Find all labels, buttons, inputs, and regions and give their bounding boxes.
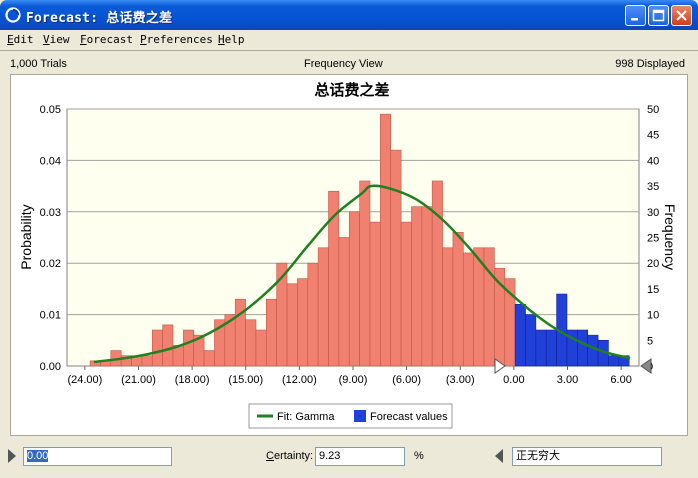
forecast-bar [442, 247, 454, 367]
menu-help[interactable]: Help [218, 33, 245, 46]
y2-tick-label: 50 [647, 104, 659, 116]
x-tick-label: (12.00) [282, 374, 317, 386]
forecast-bar [411, 206, 423, 367]
close-button[interactable] [671, 5, 692, 26]
forecast-bar-selected [525, 314, 537, 367]
menu-divider [0, 50, 698, 51]
percent-sign: % [414, 450, 424, 462]
forecast-bar-selected [514, 304, 526, 367]
legend-fit-label: Fit: Gamma [277, 411, 335, 423]
view-label: Frequency View [304, 58, 383, 70]
y2-tick-label: 15 [647, 284, 659, 296]
y-tick-label: 0.03 [40, 207, 61, 219]
forecast-bar [183, 329, 195, 367]
forecast-bar [421, 206, 433, 367]
forecast-chart: 总话费之差 0.000.010.020.030.040.050510152025… [18, 81, 678, 429]
x-tick-label: 6.00 [610, 374, 631, 386]
y2-axis-label: Frequency [662, 204, 678, 270]
x-tick-label: (15.00) [228, 374, 263, 386]
x-tick-label: (9.00) [339, 374, 368, 386]
forecast-bar [245, 319, 257, 367]
y2-tick-label: 10 [647, 310, 659, 322]
x-tick-label: 0.00 [503, 374, 524, 386]
forecast-bar [255, 329, 267, 367]
y2-tick-label: 5 [647, 335, 653, 347]
y2-tick-label: 20 [647, 258, 659, 270]
window-title: Forecast: 总话费之差 [26, 11, 173, 26]
displayed-count: 998 Displayed [615, 58, 685, 70]
x-tick-label: (21.00) [121, 374, 156, 386]
crystal-ball-icon [5, 7, 21, 23]
forecast-bar-selected [608, 355, 620, 367]
x-tick-label: (18.00) [175, 374, 210, 386]
forecast-bar-selected [535, 329, 547, 367]
forecast-bar [266, 298, 277, 367]
forecast-bar [359, 180, 371, 367]
forecast-bar-selected [577, 329, 588, 367]
title-bar[interactable]: Forecast: 总话费之差 [0, 0, 698, 30]
forecast-bar [390, 149, 402, 367]
chart-title: 总话费之差 [314, 81, 389, 99]
legend-forecast-swatch [354, 410, 366, 422]
forecast-bar [203, 350, 215, 367]
trials-count: 1,000 Trials [10, 58, 67, 70]
upper-bound-input[interactable]: 正无穷大 [512, 447, 662, 466]
forecast-bar [307, 262, 319, 367]
y-tick-label: 0.00 [40, 361, 61, 373]
y2-tick-label: 45 [647, 130, 659, 142]
y-tick-label: 0.02 [40, 258, 61, 270]
menu-view[interactable]: View [43, 33, 70, 46]
menu-bar: Edit View Forecast Preferences Help [0, 30, 698, 50]
forecast-bar [431, 180, 443, 367]
legend-forecast-label: Forecast values [370, 411, 448, 423]
x-tick-label: 3.00 [557, 374, 578, 386]
forecast-bar [141, 355, 153, 367]
certainty-input[interactable]: 9.23 [315, 447, 405, 466]
y2-tick-label: 30 [647, 207, 659, 219]
forecast-bar [369, 221, 381, 367]
certainty-label: Certainty: [266, 450, 314, 462]
y-tick-label: 0.05 [40, 104, 61, 116]
upper-bound-arrow-icon[interactable] [493, 447, 505, 465]
y2-tick-label: 35 [647, 181, 659, 193]
forecast-bar [400, 221, 412, 367]
legend: Fit: Gamma Forecast values [248, 403, 453, 429]
menu-preferences[interactable]: Preferences [140, 33, 213, 46]
lower-bound-input[interactable]: 0.00 [23, 447, 172, 466]
close-icon [676, 10, 687, 21]
forecast-bar [380, 113, 392, 367]
chart-panel: 总话费之差 0.000.010.020.030.040.050510152025… [10, 74, 688, 436]
forecast-bar [462, 252, 474, 367]
forecast-bar [162, 324, 174, 367]
forecast-bar [338, 237, 350, 367]
forecast-bar [286, 283, 298, 367]
y-tick-label: 0.04 [40, 155, 61, 167]
forecast-bar [483, 247, 495, 367]
forecast-bar [317, 247, 329, 367]
forecast-bar-selected [545, 329, 557, 367]
y-tick-label: 0.01 [40, 310, 61, 322]
forecast-bar-selected [587, 334, 599, 367]
right-grabber-handle[interactable] [640, 358, 652, 374]
forecast-bar [452, 232, 464, 367]
y-axis-label: Probability [18, 204, 34, 269]
x-tick-label: (3.00) [446, 374, 475, 386]
maximize-button[interactable] [648, 5, 669, 26]
y2-tick-label: 40 [647, 155, 659, 167]
x-tick-label: (6.00) [392, 374, 421, 386]
forecast-bar [348, 211, 360, 367]
minimize-button[interactable] [625, 5, 646, 26]
menu-edit[interactable]: Edit [7, 33, 34, 46]
lower-bound-arrow-icon[interactable] [6, 447, 18, 465]
y2-tick-label: 25 [647, 233, 659, 245]
minimize-icon [631, 18, 638, 21]
forecast-bar [234, 298, 246, 367]
forecast-bar [151, 329, 163, 367]
forecast-bar [297, 278, 309, 367]
x-tick-label: (24.00) [67, 374, 102, 386]
menu-forecast[interactable]: Forecast [80, 33, 133, 46]
maximize-icon [652, 9, 665, 22]
